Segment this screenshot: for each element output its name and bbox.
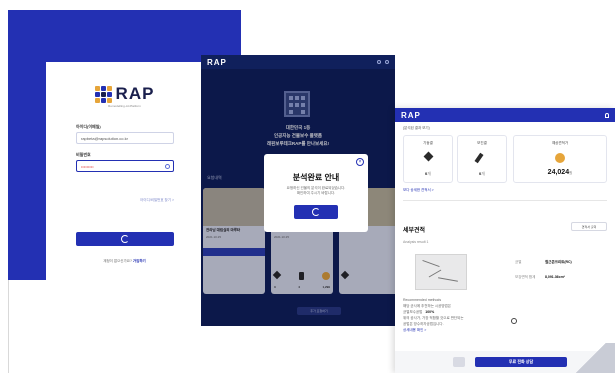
login-button[interactable]	[76, 232, 174, 246]
detailed-estimate-link[interactable]: 보다 상세한 견적서 >	[403, 188, 434, 193]
loading-spinner-icon	[312, 208, 320, 216]
recommendation-block: Recommended methods 해당 균사에 추천하는 시공방법은 균열…	[403, 297, 464, 333]
password-field[interactable]: •••••••••	[76, 160, 174, 172]
summary-value: 24,024원	[547, 169, 573, 176]
modal-title: 분석완료 안내	[292, 173, 340, 182]
breadcrumb: (분석된 결과 보기)	[403, 126, 430, 130]
summary-value: 0개	[425, 171, 431, 176]
summary-card-repairs: 보진결 0개	[457, 135, 507, 183]
bell-icon[interactable]	[377, 60, 381, 64]
login-card: RAP Remodelling-AI-Platform 아이디(이메일) rap…	[46, 62, 203, 292]
menu-icon[interactable]	[385, 60, 389, 64]
logo-tagline: Remodelling-AI-Platform	[108, 104, 141, 108]
email-field[interactable]: rapbeta@rapsolution.co.kr	[76, 132, 174, 144]
loading-spinner-icon	[121, 235, 129, 243]
bell-icon[interactable]	[605, 112, 609, 118]
password-value: •••••••••	[81, 164, 94, 169]
summary-label: 보진결	[477, 141, 487, 145]
signup-link[interactable]: 가입하기	[133, 259, 146, 263]
show-password-icon[interactable]	[165, 164, 170, 169]
summary-card-estimate: 예상견적가 24,024원	[513, 135, 607, 183]
results-footer: 무료 전화 상담	[395, 343, 615, 373]
signup-prompt: 계정이 없으신가요? 가입하기	[46, 259, 203, 264]
area-label: 보강면적 합계	[515, 275, 536, 279]
email-label: 아이디(이메일)	[76, 124, 101, 129]
brand-logo: RAP	[46, 84, 203, 104]
material-label: 균열	[515, 260, 522, 264]
brush-icon	[474, 152, 484, 164]
area-value: 8,091.36cm²	[545, 275, 565, 279]
settings-icon[interactable]	[511, 318, 517, 324]
logo-wordmark: RAP	[115, 84, 155, 103]
print-estimate-button[interactable]: 견적서 출력	[571, 222, 607, 231]
app-header: RAP	[201, 55, 395, 69]
hammer-icon	[423, 151, 434, 162]
logo-mark-icon	[94, 85, 112, 103]
results-screen: RAP (분석된 결과 보기) 기둥결 0개 보진결 0개 예상견적가 24,0…	[395, 108, 615, 373]
summary-label: 기둥결	[423, 141, 433, 145]
analysis-complete-modal: × 분석완료 안내 요청하신 건물의 분석이 완료되었습니다. 확인하여 주시기…	[264, 154, 368, 232]
divider-line	[8, 275, 9, 373]
floor-plan-image[interactable]	[415, 254, 467, 290]
modal-body: 요청하신 건물의 분석이 완료되었습니다. 확인하여 주시기 바랍니다.	[274, 186, 358, 196]
close-icon[interactable]: ×	[356, 158, 364, 166]
analysis-screen: RAP 대한민국 1등 인공지능 건물보수 플랫폼 래핀보루테크RAP를 만나보…	[201, 55, 395, 326]
summary-card-cracks: 기둥결 0개	[403, 135, 453, 183]
analysis-result-label: Analysis result 1	[403, 240, 429, 244]
corner-decoration	[567, 343, 615, 373]
summary-value: 0개	[479, 171, 485, 176]
rec-detail-link[interactable]: 상세내용 확인 >	[403, 327, 464, 333]
forgot-credentials-link[interactable]: 아이디/비밀번호 찾기 >	[76, 198, 174, 203]
free-consult-button[interactable]: 무료 전화 상담	[475, 357, 567, 367]
section-divider	[403, 200, 607, 201]
header-logo[interactable]: RAP	[207, 58, 227, 67]
modal-confirm-button[interactable]	[294, 205, 338, 219]
detail-estimate-title: 세부견적	[403, 228, 426, 234]
signup-prompt-text: 계정이 없으신가요?	[103, 259, 132, 263]
modal-body-line-2: 확인하여 주시기 바랍니다.	[296, 191, 336, 195]
header-logo[interactable]: RAP	[401, 111, 421, 120]
coin-icon	[555, 153, 565, 163]
material-value: 철근콘크리트(RC)	[545, 260, 572, 264]
summary-label: 예상견적가	[551, 141, 569, 145]
results-header: RAP	[395, 108, 615, 122]
back-button[interactable]	[453, 357, 465, 367]
password-label: 비밀번호	[76, 152, 91, 157]
showcase-stage: RAP Remodelling-AI-Platform 아이디(이메일) rap…	[0, 0, 615, 373]
